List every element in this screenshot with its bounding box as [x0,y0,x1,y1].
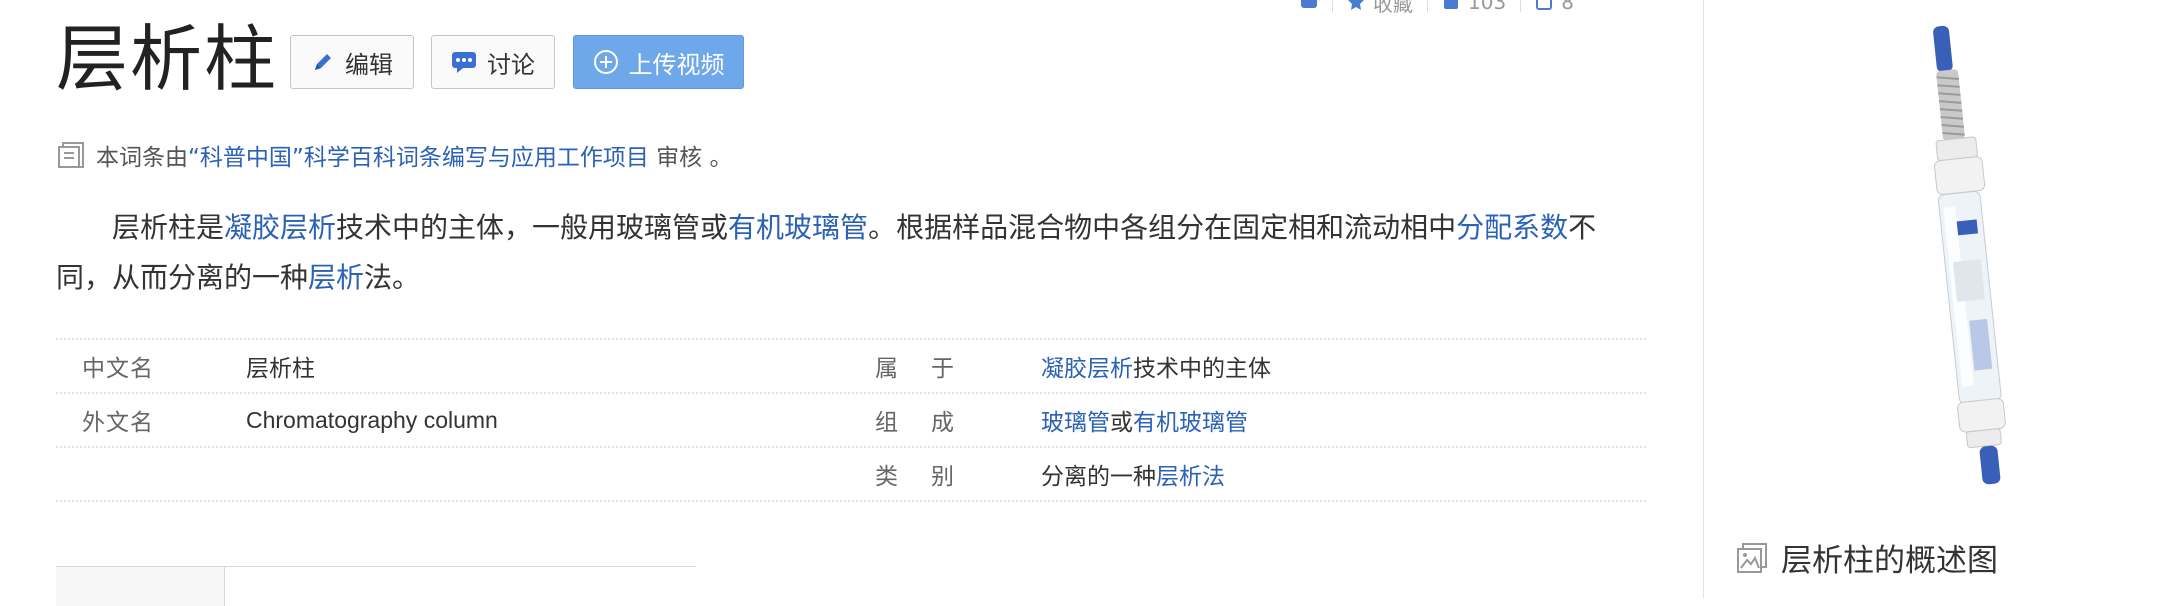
summary-image-caption[interactable]: 层析柱的概述图 [1735,535,1998,580]
like-count: 103 [1468,0,1507,14]
upload-video-label: 上传视频 [628,50,725,79]
link-chromatography-method[interactable]: 层析法 [1156,464,1225,490]
discuss-button[interactable]: 讨论 [431,35,555,89]
divider [1520,0,1522,12]
info-value: 玻璃管或有机玻璃管 [1041,410,1248,436]
intro-text: 技术中的主体，一般用玻璃管或 [336,211,729,244]
star-icon [1348,0,1364,10]
discuss-label: 讨论 [487,50,535,79]
favorite-label: 收藏 [1373,0,1413,16]
gallery-icon [1737,542,1767,573]
link-chromatography[interactable]: 层析 [308,261,364,294]
audit-project-link[interactable]: “科普中国”科学百科词条编写与应用工作项目 [188,145,649,171]
intro-text: 法。 [364,261,421,294]
page-title: 层析柱 [56,17,279,101]
action-bar: 收藏 103 8 [1300,0,1574,16]
share-count-button[interactable]: 8 [1535,0,1574,14]
favorite-button[interactable]: 收藏 [1347,0,1413,17]
link-glass-tube[interactable]: 玻璃管 [1041,410,1110,436]
like-button[interactable]: 103 [1442,0,1506,14]
basic-info-table: 中文名 层析柱 属于 凝胶层析技术中的主体 外文名 Chromatography… [56,338,1646,502]
catalog-box [56,566,225,606]
audit-notice: 本词条由“科普中国”科学百科词条编写与应用工作项目 审核 。 [56,138,732,172]
column-divider [1703,0,1704,598]
link-plexiglass-tube[interactable]: 有机玻璃管 [1133,410,1248,436]
info-value: 层析柱 [246,356,315,382]
divider [1427,0,1428,12]
audit-suffix: 审核 。 [648,145,733,171]
info-value: Chromatography column [246,406,498,433]
link-gel-chromatography[interactable]: 凝胶层析 [224,211,336,244]
info-value: 凝胶层析技术中的主体 [1041,356,1271,382]
link-plexiglass-tube[interactable]: 有机玻璃管 [728,211,868,244]
info-row: 中文名 层析柱 属于 凝胶层析技术中的主体 [56,338,1646,392]
info-value: 分离的一种层析法 [1041,464,1225,490]
share-count: 8 [1561,0,1574,14]
thumbs-up-icon [1444,0,1458,9]
link-partition-coefficient[interactable]: 分配系数 [1456,211,1568,244]
edit-button[interactable]: 编辑 [290,35,414,89]
info-row: 外文名 Chromatography column 组成 玻璃管或有机玻璃管 [56,392,1646,446]
upload-video-button[interactable]: 上传视频 [573,35,744,89]
edit-label: 编辑 [345,50,393,79]
pencil-icon [315,54,331,70]
caption-text: 层析柱的概述图 [1781,543,1998,579]
info-row: 类别 分离的一种层析法 [56,446,1646,502]
chat-bubble-icon [452,52,476,73]
info-label: 组成 [875,410,954,436]
info-label: 中文名 [82,356,154,382]
intro-text: 层析柱是 [112,211,225,244]
intro-text: 。根据样品混合物中各组分在固定相和流动相中 [868,211,1457,244]
chromatography-column-image[interactable] [1895,20,2055,490]
divider [56,566,696,567]
document-icon [58,142,84,168]
info-label: 属于 [875,356,954,382]
link-gel-chromatography[interactable]: 凝胶层析 [1041,356,1133,382]
intro-paragraph: 层析柱是凝胶层析技术中的主体，一般用玻璃管或有机玻璃管。根据样品混合物中各组分在… [56,203,1616,303]
plus-circle-icon [593,50,618,74]
share-box-icon [1536,0,1553,10]
audit-prefix: 本词条由 [96,145,188,171]
info-label: 外文名 [82,410,154,436]
divider [1332,0,1333,12]
info-label: 类别 [875,464,954,490]
share-icon[interactable] [1300,0,1318,14]
